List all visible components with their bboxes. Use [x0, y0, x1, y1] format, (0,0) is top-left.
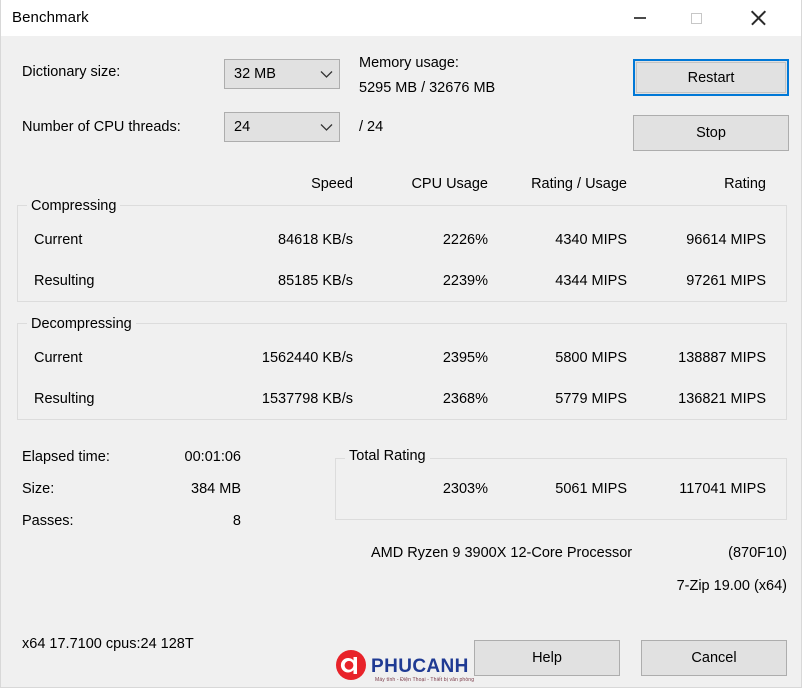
total-rating-rating-usage: 5061 MIPS [555, 481, 627, 497]
total-rating-cpu: 2303% [442, 481, 488, 497]
column-header-speed: Speed [311, 176, 353, 192]
decompressing-group-label: Decompressing [27, 316, 136, 332]
chevron-down-icon [313, 60, 339, 88]
cpu-threads-select[interactable]: 24 [224, 112, 340, 142]
close-icon [750, 10, 766, 26]
cpu-id: (870F10) [728, 545, 787, 561]
total-rating-group-label: Total Rating [345, 448, 430, 464]
table-row-label: Current [34, 350, 83, 366]
passes-value: 8 [232, 513, 241, 529]
cpu-threads-value: 24 [234, 119, 251, 135]
elapsed-time-value: 00:01:06 [184, 449, 241, 465]
passes-label: Passes: [22, 513, 74, 529]
table-cell-speed: 85185 KB/s [278, 273, 353, 289]
svg-text:PHUCANH: PHUCANH [371, 656, 469, 677]
table-cell-cpu: 2368% [442, 391, 488, 407]
close-button[interactable] [735, 0, 781, 36]
minimize-icon [634, 17, 646, 19]
table-cell-rating: 138887 MIPS [678, 350, 766, 366]
table-cell-rating-usage: 5779 MIPS [555, 391, 627, 407]
minimize-button[interactable] [617, 0, 663, 36]
dictionary-size-select[interactable]: 32 MB [224, 59, 340, 89]
memory-usage-label: Memory usage: [359, 55, 459, 71]
table-cell-cpu: 2239% [442, 273, 488, 289]
svg-text:Máy tính - Điện Thoại - Thiết: Máy tính - Điện Thoại - Thiết bị văn phò… [375, 677, 474, 683]
chevron-down-icon [313, 113, 339, 141]
table-row-label: Current [34, 232, 83, 248]
table-cell-rating-usage: 5800 MIPS [555, 350, 627, 366]
table-cell-rating-usage: 4340 MIPS [555, 232, 627, 248]
title-bar: Benchmark [1, 0, 801, 36]
column-header-cpu-usage: CPU Usage [411, 176, 488, 192]
cancel-button[interactable]: Cancel [641, 640, 787, 676]
table-cell-rating: 136821 MIPS [678, 391, 766, 407]
table-cell-speed: 1537798 KB/s [261, 391, 353, 407]
table-cell-speed: 1562440 KB/s [261, 350, 353, 366]
size-label: Size: [22, 481, 55, 497]
table-cell-rating: 97261 MIPS [686, 273, 766, 289]
restart-button-label: Restart [636, 62, 786, 93]
maximize-button[interactable] [673, 0, 719, 36]
memory-usage-value: 5295 MB / 32676 MB [359, 80, 496, 96]
table-row-label: Resulting [34, 391, 95, 407]
table-cell-cpu: 2226% [442, 232, 488, 248]
version-label: 7-Zip 19.00 (x64) [676, 578, 787, 594]
dictionary-size-label: Dictionary size: [22, 64, 121, 80]
total-rating-rating: 117041 MIPS [679, 481, 766, 497]
cpu-threads-total: / 24 [359, 119, 384, 135]
table-cell-rating-usage: 4344 MIPS [555, 273, 627, 289]
cpu-name: AMD Ryzen 9 3900X 12-Core Processor [371, 545, 633, 561]
benchmark-dialog: Benchmark Dictionary size: 32 MB Memory … [0, 0, 802, 688]
cpu-threads-label: Number of CPU threads: [22, 119, 181, 135]
table-cell-speed: 84618 KB/s [278, 232, 353, 248]
restart-button[interactable]: Restart [633, 59, 789, 96]
help-button[interactable]: Help [474, 640, 620, 676]
elapsed-time-label: Elapsed time: [22, 449, 110, 465]
phucanh-logo: PHUCANH ® Máy tính - Điện Thoại - Thiết … [335, 648, 485, 684]
table-cell-cpu: 2395% [442, 350, 488, 366]
table-cell-rating: 96614 MIPS [686, 232, 766, 248]
size-value: 384 MB [191, 481, 241, 497]
column-header-rating-usage: Rating / Usage [531, 176, 627, 192]
window-title: Benchmark [12, 9, 89, 26]
dictionary-size-value: 32 MB [234, 66, 276, 82]
column-header-rating: Rating [724, 176, 766, 192]
status-text: x64 17.7100 cpus:24 128T [22, 636, 194, 652]
table-row-label: Resulting [34, 273, 95, 289]
stop-button[interactable]: Stop [633, 115, 789, 151]
maximize-icon [690, 12, 702, 24]
compressing-group-label: Compressing [27, 198, 121, 214]
